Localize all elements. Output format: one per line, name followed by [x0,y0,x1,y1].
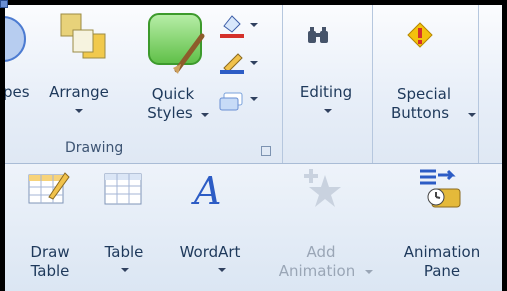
fill-color-icon[interactable] [218,12,246,40]
ribbon-frame: pes Arrange Quick Styles Drawing Editing… [0,0,507,291]
left-border [0,0,5,291]
draw-table-icon[interactable] [27,167,71,207]
top-border [0,0,507,5]
effects-icon[interactable] [218,88,246,114]
right-border [502,0,507,291]
table-dropdown-caret[interactable] [121,268,129,272]
add-animation-star-icon[interactable] [301,167,345,207]
special-buttons-dropdown-caret[interactable] [468,113,476,117]
editing-dropdown-caret[interactable] [324,109,332,113]
fill-color-caret[interactable] [250,23,258,27]
quick-styles-label-line1[interactable]: Quick [147,85,199,104]
separator-special-end [478,5,479,163]
animation-pane-icon[interactable] [418,165,464,209]
animation-pane-label-line2[interactable]: Pane [417,262,467,281]
ribbon-bottom-row: Draw Table Table A WordArt Add Animation… [5,164,502,291]
outline-color-icon[interactable] [218,48,246,76]
draw-table-label-line2[interactable]: Table [25,262,75,281]
wordart-label[interactable]: WordArt [175,243,245,262]
outline-color-caret[interactable] [250,61,258,65]
quick-styles-label-line2[interactable]: Styles [139,104,201,123]
shapes-label[interactable]: pes [3,83,30,102]
special-buttons-label-line2[interactable]: Buttons [375,104,465,123]
table-label[interactable]: Table [99,243,149,262]
arrange-icon[interactable] [59,12,109,68]
find-binoculars-icon[interactable] [306,25,330,45]
quick-styles-dropdown-caret[interactable] [201,113,209,117]
special-buttons-label-line1[interactable]: Special [395,85,453,104]
corner-handle[interactable] [0,0,8,8]
quick-styles-icon[interactable] [147,12,209,76]
add-animation-dropdown-caret[interactable] [365,270,373,274]
ribbon-top-row: pes Arrange Quick Styles Drawing Editing… [0,5,502,164]
add-animation-label-line1[interactable]: Add [298,243,344,262]
warning-diamond-icon[interactable] [406,21,434,49]
separator-editing-special [372,5,373,163]
drawing-group-label: Drawing [65,140,124,156]
add-animation-label-line2[interactable]: Animation [272,262,362,281]
drawing-dialog-launcher[interactable] [261,146,271,156]
wordart-dropdown-caret[interactable] [218,268,226,272]
effects-caret[interactable] [250,97,258,101]
separator-drawing-editing [282,5,283,163]
wordart-icon[interactable]: A [190,168,228,213]
arrange-label[interactable]: Arrange [39,83,119,102]
draw-table-label-line1[interactable]: Draw [25,243,75,262]
svg-text:A: A [191,169,221,208]
table-icon[interactable] [103,172,143,206]
arrange-dropdown-caret[interactable] [75,109,83,113]
editing-label[interactable]: Editing [290,83,362,102]
animation-pane-label-line1[interactable]: Animation [397,243,487,262]
